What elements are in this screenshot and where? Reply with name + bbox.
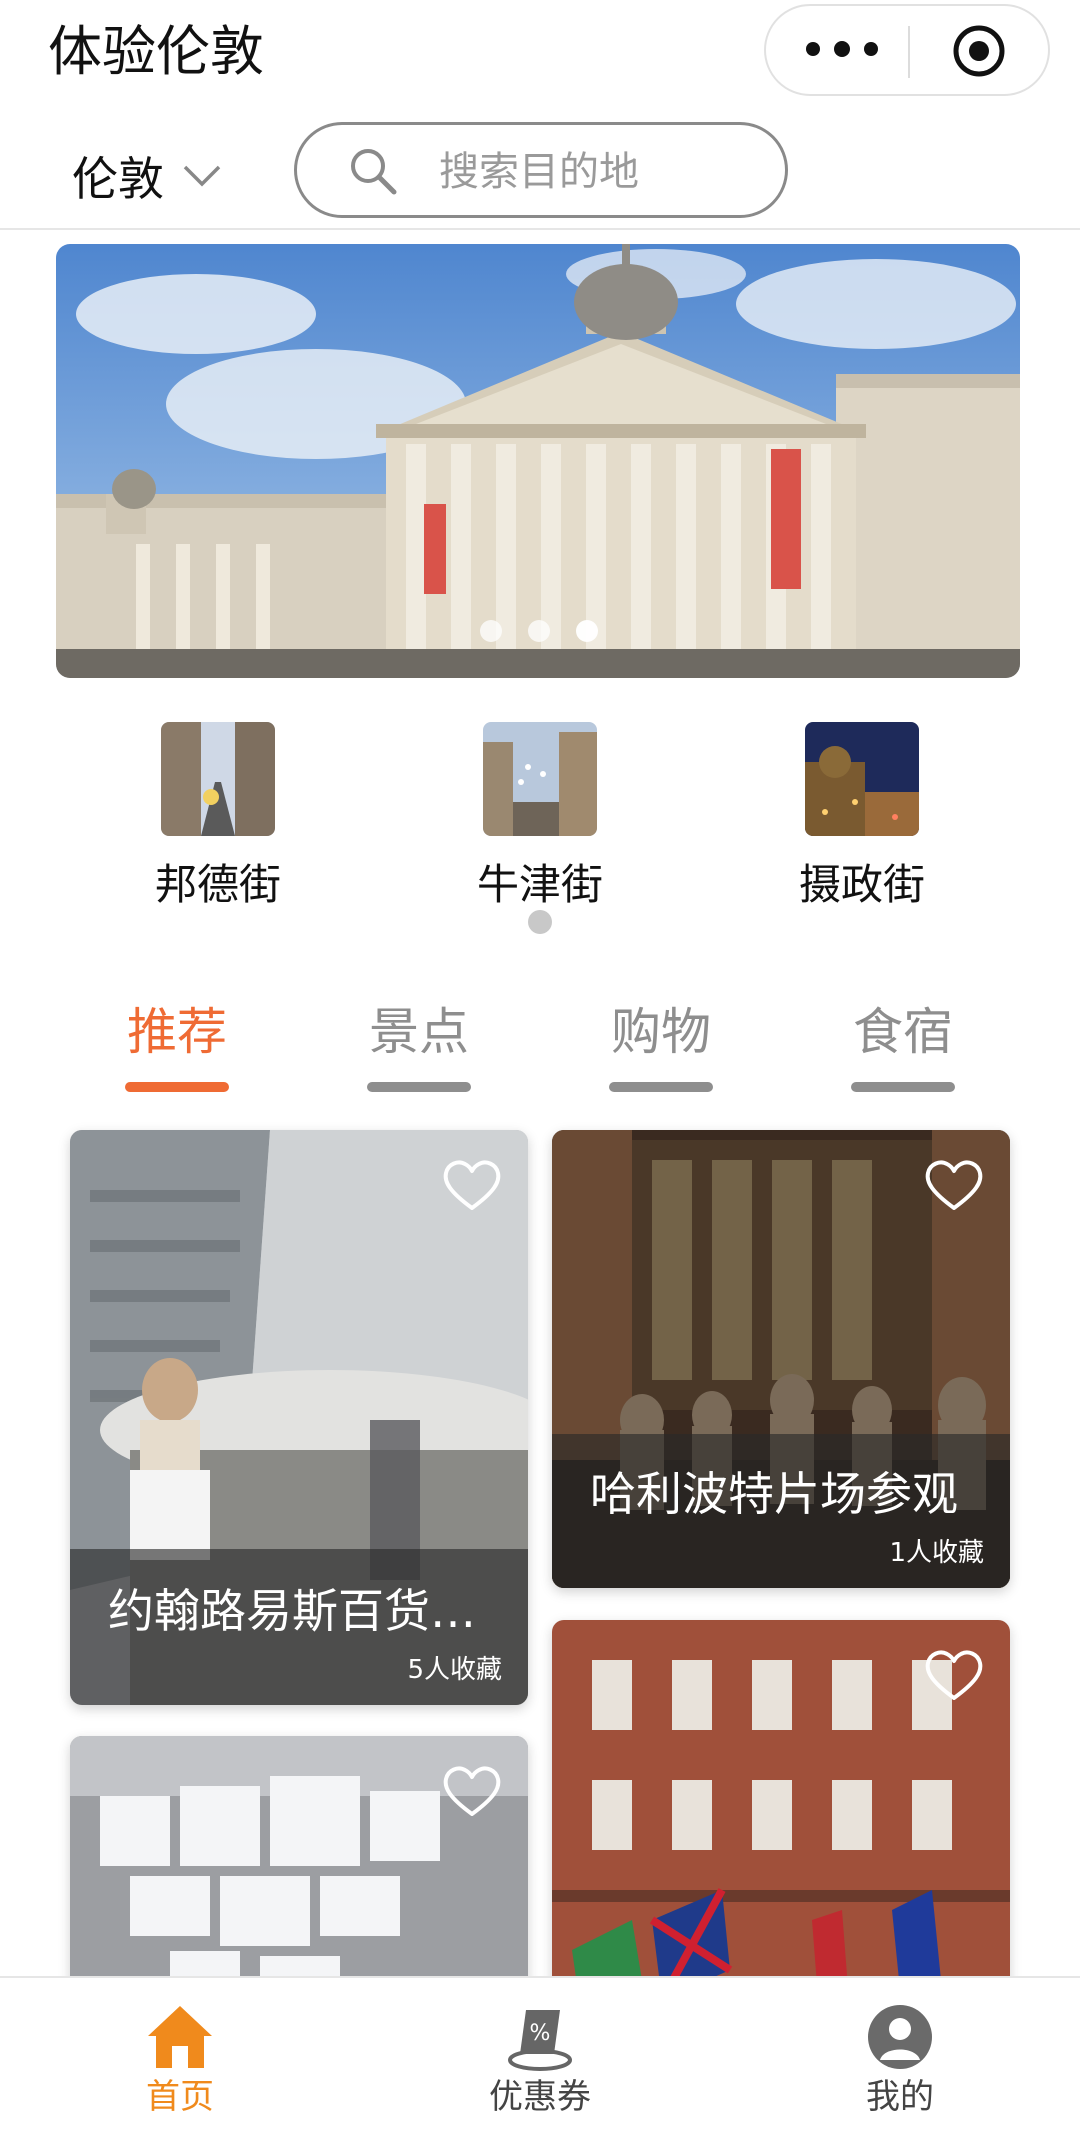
miniprogram-close-icon[interactable] <box>952 24 1006 78</box>
nav-home[interactable]: 首页 <box>80 2002 280 2118</box>
card-favorites-count: 1人收藏 <box>889 1538 984 1568</box>
tab-label: 食宿 <box>853 1003 953 1061</box>
city-label: 伦敦 <box>72 152 164 206</box>
heart-outline-icon[interactable] <box>924 1158 984 1212</box>
card-john-lewis[interactable]: 约翰路易斯百货… 5人收藏 <box>70 1130 528 1705</box>
svg-text:%: % <box>530 2021 551 2046</box>
tab-indicator <box>609 1082 713 1092</box>
banner-dot[interactable] <box>528 620 550 642</box>
more-dots-icon[interactable] <box>802 36 882 66</box>
nav-coupons[interactable]: % 优惠券 <box>440 2002 640 2118</box>
title-bar: 体验伦敦 <box>0 0 1080 110</box>
tab-indicator <box>367 1082 471 1092</box>
bottom-tab-bar: 首页 % 优惠券 我的 <box>0 1976 1080 2137</box>
tab-shopping[interactable]: 购物 <box>596 1000 726 1092</box>
chevron-down-icon <box>183 165 221 187</box>
coupon-icon: % <box>508 2010 572 2071</box>
quick-link-label: 摄政街 <box>798 860 925 909</box>
tab-label: 购物 <box>611 1003 711 1061</box>
quick-link-bond-street[interactable]: 邦德街 <box>98 722 338 912</box>
search-icon <box>351 149 397 195</box>
quick-link-label: 邦德街 <box>154 860 281 909</box>
card-harry-potter-studio[interactable]: 哈利波特片场参观 1人收藏 <box>552 1130 1010 1588</box>
quick-link-label: 牛津街 <box>476 860 603 909</box>
home-icon <box>148 2006 212 2068</box>
header-divider <box>0 228 1080 230</box>
regent-street-photo <box>805 722 919 836</box>
card-title: 哈利波特片场参观 <box>590 1467 958 1521</box>
quick-link-regent-street[interactable]: 摄政街 <box>742 722 982 912</box>
tab-food-lodging[interactable]: 食宿 <box>838 1000 968 1092</box>
tab-attractions[interactable]: 景点 <box>354 1000 484 1092</box>
tab-indicator <box>851 1082 955 1092</box>
heart-outline-icon[interactable] <box>442 1158 502 1212</box>
quick-link-oxford-street[interactable]: 牛津街 <box>420 722 660 912</box>
nav-label: 我的 <box>866 2077 934 2117</box>
quick-links-page-indicator <box>528 910 552 934</box>
tab-label: 推荐 <box>127 1003 227 1061</box>
nav-label: 首页 <box>146 2077 214 2117</box>
banner-dot[interactable] <box>480 620 502 642</box>
city-selector[interactable]: 伦敦 <box>72 144 222 208</box>
nav-profile[interactable]: 我的 <box>800 2002 1000 2118</box>
banner-carousel[interactable] <box>56 244 1020 678</box>
bond-street-photo <box>161 722 275 836</box>
tab-recommend[interactable]: 推荐 <box>112 1000 242 1092</box>
user-icon <box>868 2005 932 2069</box>
oxford-street-photo <box>483 722 597 836</box>
nav-label: 优惠券 <box>489 2077 591 2117</box>
miniprogram-capsule <box>764 4 1050 96</box>
card-title: 约翰路易斯百货… <box>108 1584 476 1638</box>
banner-indicator <box>0 620 1080 644</box>
search-placeholder: 搜索目的地 <box>439 149 639 195</box>
banner-dot-active[interactable] <box>576 620 598 642</box>
national-gallery-photo <box>56 244 1020 678</box>
card-favorites-count: 5人收藏 <box>407 1655 502 1685</box>
search-input[interactable]: 搜索目的地 <box>294 122 788 218</box>
tab-indicator <box>125 1082 229 1092</box>
heart-outline-icon[interactable] <box>924 1648 984 1702</box>
tab-label: 景点 <box>369 1003 469 1061</box>
capsule-divider <box>908 26 910 78</box>
app-title: 体验伦敦 <box>48 20 264 83</box>
heart-outline-icon[interactable] <box>442 1764 502 1818</box>
